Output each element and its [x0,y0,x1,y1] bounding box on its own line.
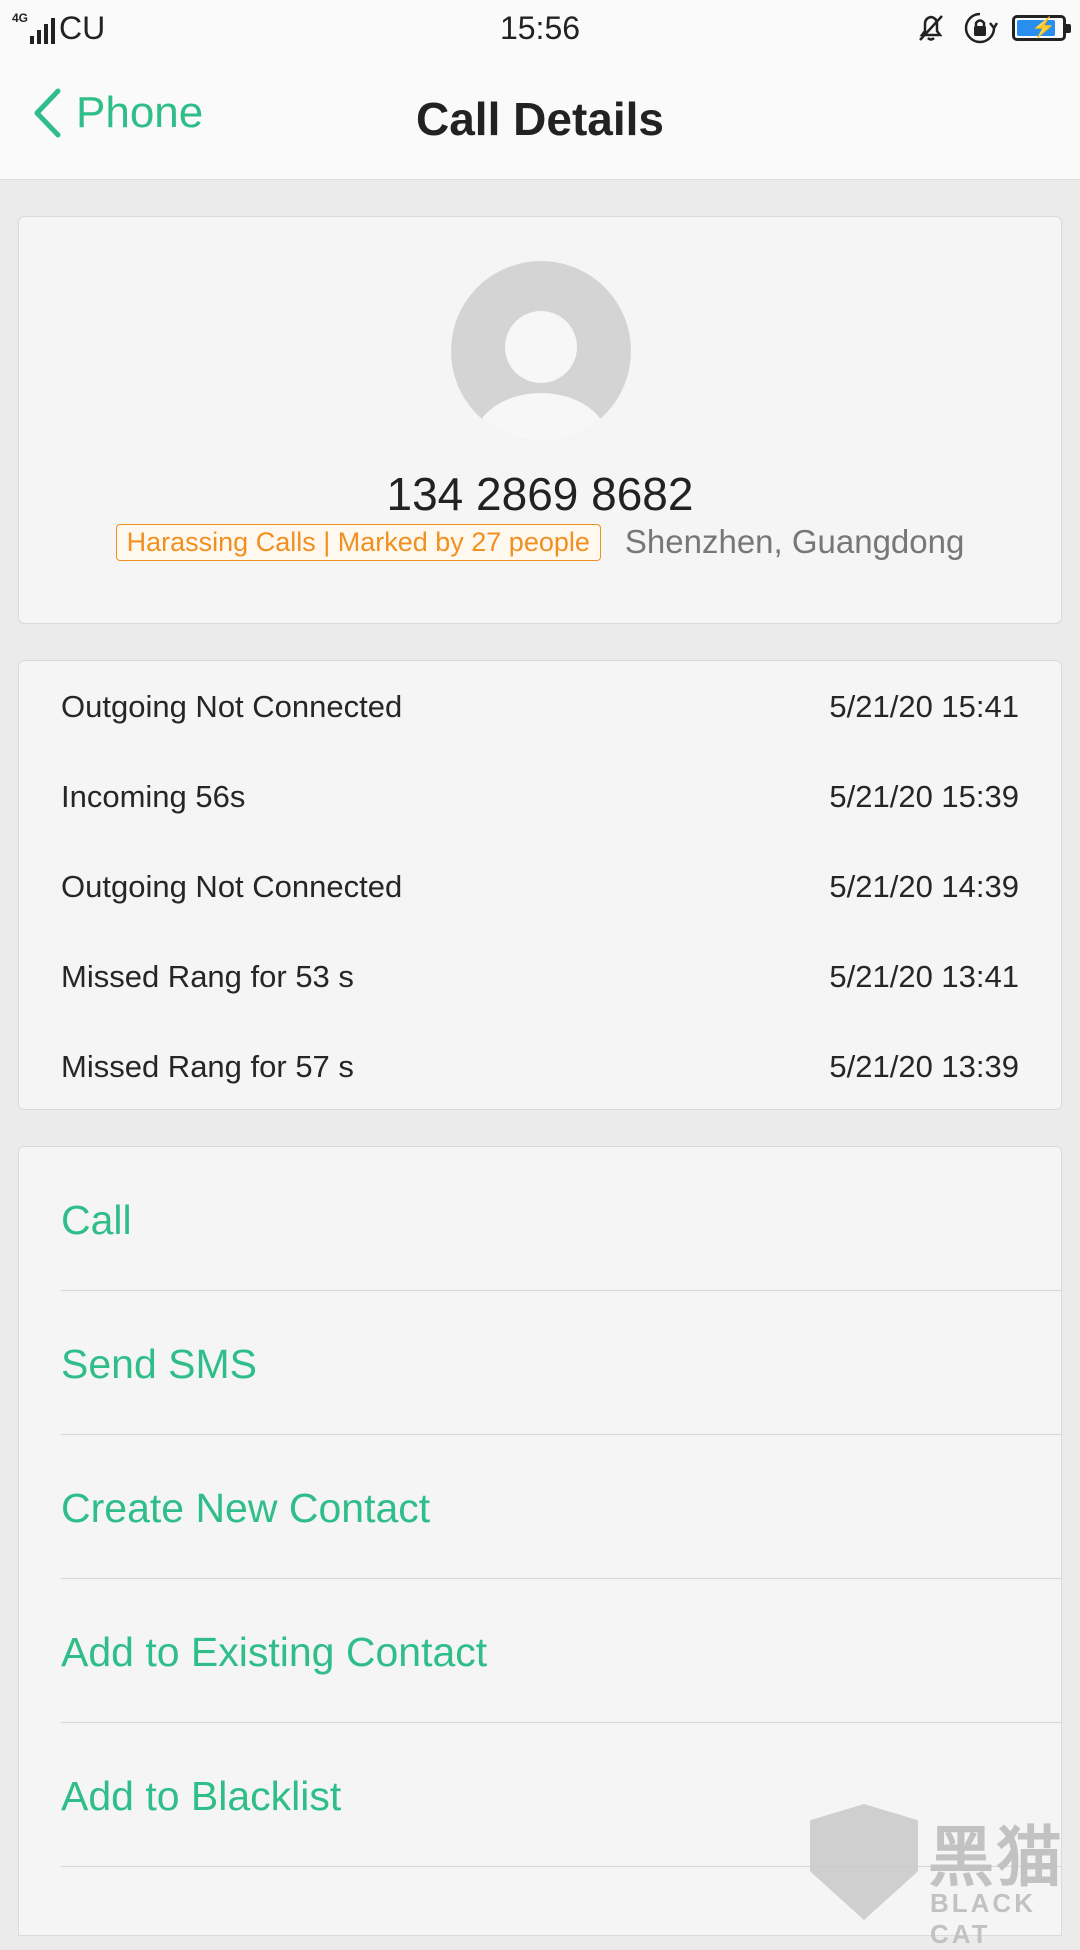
status-icons: ⚡ [914,10,1071,46]
call-log-row: Incoming 56s 5/21/20 15:39 [61,752,1019,842]
blackcat-watermark: 黑猫 BLACK CAT [810,1800,1080,1949]
call-log-card: Outgoing Not Connected 5/21/20 15:41 Inc… [18,660,1062,1110]
location-label: Shenzhen, Guangdong [624,523,965,560]
contact-tagline: Harassing Calls | Marked by 27 people Sh… [19,523,1061,561]
harassment-badge: Harassing Calls | Marked by 27 people [115,523,601,561]
call-time: 5/21/20 13:41 [829,959,1019,994]
call-type: Incoming 56s [61,779,246,814]
call-time: 5/21/20 15:39 [829,779,1019,814]
call-button[interactable]: Call [61,1147,1061,1291]
avatar [451,261,631,441]
send-sms-button[interactable]: Send SMS [61,1291,1061,1435]
create-contact-button[interactable]: Create New Contact [61,1435,1061,1579]
send-sms-label: Send SMS [61,1341,257,1387]
call-time: 5/21/20 14:39 [829,869,1019,904]
call-type: Outgoing Not Connected [61,689,403,724]
call-log-row: Missed Rang for 53 s 5/21/20 13:41 [61,932,1019,1022]
create-contact-label: Create New Contact [61,1485,431,1531]
contact-card: 134 2869 8682 Harassing Calls | Marked b… [18,216,1062,624]
call-label: Call [61,1197,132,1243]
status-bar: 4G CU 15:56 ⚡ [0,0,1080,58]
nav-header: Phone Call Details [0,58,1080,180]
call-log-row: Outgoing Not Connected 5/21/20 15:41 [61,662,1019,752]
call-time: 5/21/20 13:39 [829,1049,1019,1084]
add-blacklist-label: Add to Blacklist [61,1773,342,1819]
call-type: Outgoing Not Connected [61,869,403,904]
phone-number: 134 2869 8682 [386,468,694,520]
rotation-lock-icon [964,12,998,44]
call-log-row: Outgoing Not Connected 5/21/20 14:39 [61,842,1019,932]
watermark-cn: 黑猫 [928,1820,1064,1894]
cat-shield-icon [810,1804,918,1920]
add-existing-contact-button[interactable]: Add to Existing Contact [61,1579,1061,1723]
battery-charging-icon: ⚡ [1012,15,1071,41]
call-time: 5/21/20 15:41 [829,689,1019,724]
call-type: Missed Rang for 53 s [61,959,354,994]
call-type: Missed Rang for 57 s [61,1049,354,1084]
watermark-en: BLACK CAT [930,1888,1036,1949]
bell-off-icon [919,15,943,41]
page-title: Call Details [416,93,664,145]
call-log-row: Missed Rang for 57 s 5/21/20 13:39 [61,1022,1019,1112]
add-existing-contact-label: Add to Existing Contact [61,1629,488,1675]
